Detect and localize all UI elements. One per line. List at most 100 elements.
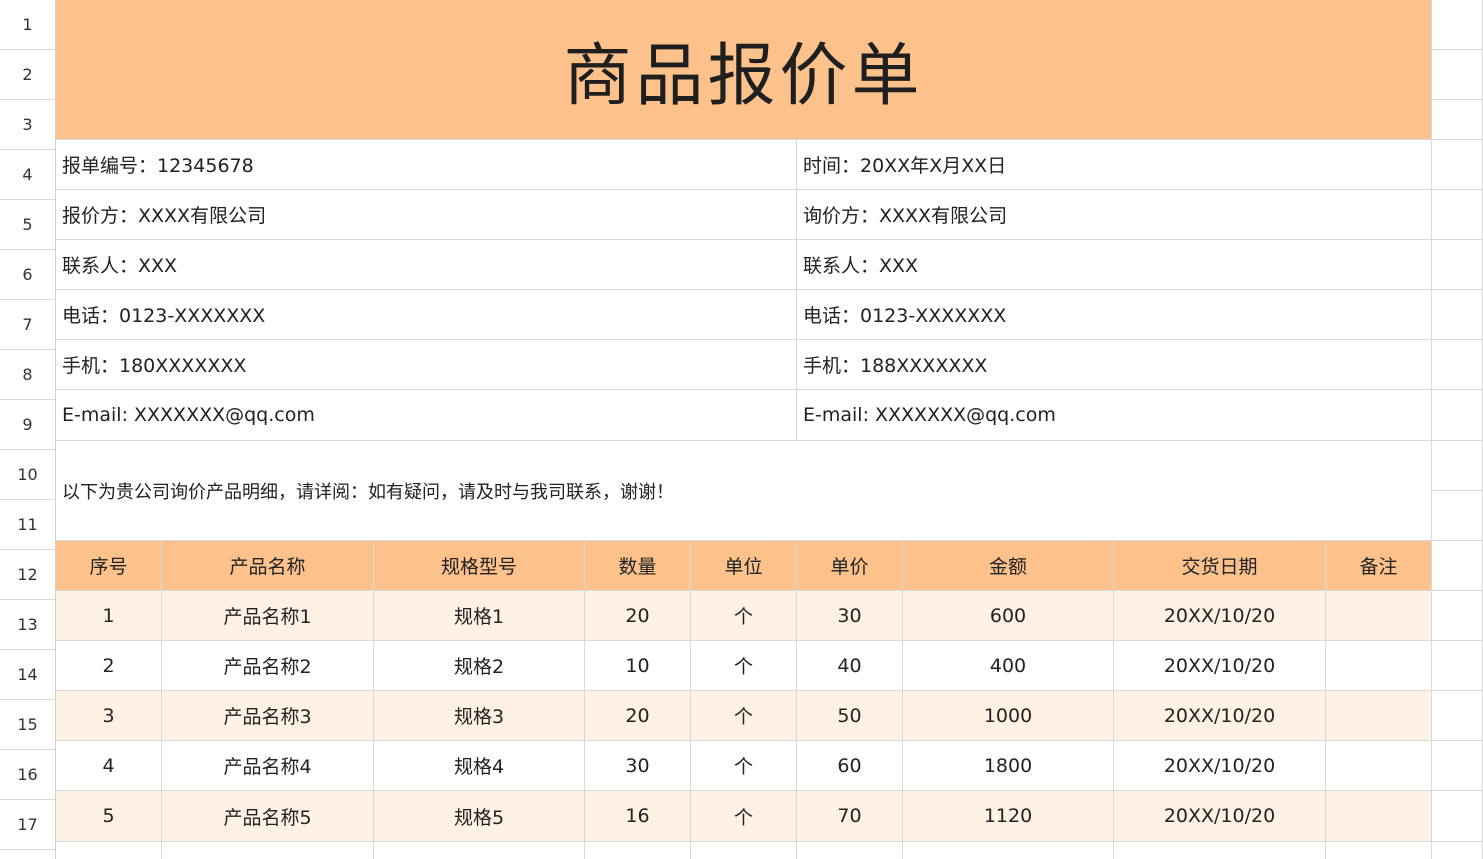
column-header-delivery-date[interactable]: 交货日期	[1114, 541, 1326, 591]
column-header-quantity[interactable]: 数量	[585, 541, 691, 591]
column-header-index[interactable]: 序号	[56, 541, 162, 591]
table-cell[interactable]: 规格4	[374, 741, 585, 791]
row-header-9[interactable]: 9	[0, 400, 56, 450]
note-cell[interactable]: 以下为贵公司询价产品明细，请详阅：如有疑问，请及时与我司联系，谢谢！	[56, 441, 1432, 541]
row-header-14[interactable]: 14	[0, 650, 56, 700]
table-cell[interactable]: 30	[585, 741, 691, 791]
empty-cell[interactable]	[1432, 190, 1483, 240]
table-cell[interactable]: 规格3	[374, 691, 585, 741]
empty-cell[interactable]	[1432, 100, 1483, 140]
table-cell[interactable]: 产品名称1	[162, 591, 374, 641]
table-cell[interactable]: 1800	[903, 741, 1114, 791]
table-cell[interactable]: 60	[797, 741, 903, 791]
row-header-15[interactable]: 15	[0, 700, 56, 750]
table-cell[interactable]: 16	[585, 791, 691, 842]
table-cell[interactable]: 20	[585, 591, 691, 641]
column-header-product-name[interactable]: 产品名称	[162, 541, 374, 591]
table-cell[interactable]: 600	[903, 591, 1114, 641]
row-header-8[interactable]: 8	[0, 350, 56, 400]
row-header-1[interactable]: 1	[0, 0, 56, 50]
empty-cell[interactable]	[56, 842, 162, 859]
empty-cell[interactable]	[1432, 50, 1483, 100]
table-cell[interactable]: 20XX/10/20	[1114, 741, 1326, 791]
table-cell[interactable]	[1326, 691, 1432, 741]
row-header-2[interactable]: 2	[0, 50, 56, 100]
table-cell[interactable]: 产品名称2	[162, 641, 374, 691]
empty-cell[interactable]	[1432, 791, 1483, 842]
row-header-5[interactable]: 5	[0, 200, 56, 250]
quoting-party-cell[interactable]: 报价方：XXXX有限公司	[56, 190, 797, 240]
empty-cell[interactable]	[691, 842, 797, 859]
row-header-10[interactable]: 10	[0, 450, 56, 500]
table-cell[interactable]: 40	[797, 641, 903, 691]
table-cell[interactable]: 个	[691, 741, 797, 791]
table-cell[interactable]: 规格5	[374, 791, 585, 842]
empty-cell[interactable]	[1114, 842, 1326, 859]
empty-cell[interactable]	[1432, 591, 1483, 641]
row-header-7[interactable]: 7	[0, 300, 56, 350]
row-header-16[interactable]: 16	[0, 750, 56, 800]
table-cell[interactable]: 3	[56, 691, 162, 741]
row-header-18[interactable]	[0, 850, 56, 859]
table-cell[interactable]: 20XX/10/20	[1114, 591, 1326, 641]
table-cell[interactable]: 50	[797, 691, 903, 741]
column-header-remarks[interactable]: 备注	[1326, 541, 1432, 591]
row-header-13[interactable]: 13	[0, 600, 56, 650]
table-cell[interactable]: 1000	[903, 691, 1114, 741]
email-left-cell[interactable]: E-mail: XXXXXXX@qq.com	[56, 390, 797, 441]
empty-cell[interactable]	[374, 842, 585, 859]
column-header-spec[interactable]: 规格型号	[374, 541, 585, 591]
table-cell[interactable]: 4	[56, 741, 162, 791]
empty-cell[interactable]	[1432, 441, 1483, 491]
page-title[interactable]: 商品报价单	[56, 0, 1432, 140]
table-cell[interactable]: 1120	[903, 791, 1114, 842]
empty-cell[interactable]	[1432, 641, 1483, 691]
empty-cell[interactable]	[1432, 491, 1483, 541]
row-header-11[interactable]: 11	[0, 500, 56, 550]
empty-cell[interactable]	[1432, 541, 1483, 591]
contact-right-cell[interactable]: 联系人：XXX	[797, 240, 1432, 290]
date-cell[interactable]: 时间：20XX年X月XX日	[797, 140, 1432, 190]
table-cell[interactable]: 30	[797, 591, 903, 641]
mobile-right-cell[interactable]: 手机：188XXXXXXX	[797, 340, 1432, 390]
empty-cell[interactable]	[797, 842, 903, 859]
table-cell[interactable]: 20XX/10/20	[1114, 641, 1326, 691]
empty-cell[interactable]	[1432, 240, 1483, 290]
empty-cell[interactable]	[903, 842, 1114, 859]
column-header-amount[interactable]: 金额	[903, 541, 1114, 591]
table-cell[interactable]: 规格2	[374, 641, 585, 691]
table-cell[interactable]	[1326, 791, 1432, 842]
table-cell[interactable]	[1326, 641, 1432, 691]
table-cell[interactable]: 产品名称5	[162, 791, 374, 842]
quote-number-cell[interactable]: 报单编号：12345678	[56, 140, 797, 190]
empty-cell[interactable]	[1432, 842, 1483, 859]
column-header-unit-price[interactable]: 单价	[797, 541, 903, 591]
table-cell[interactable]: 70	[797, 791, 903, 842]
phone-left-cell[interactable]: 电话：0123-XXXXXXX	[56, 290, 797, 340]
empty-cell[interactable]	[1432, 340, 1483, 390]
empty-cell[interactable]	[162, 842, 374, 859]
table-cell[interactable]: 400	[903, 641, 1114, 691]
table-cell[interactable]: 个	[691, 691, 797, 741]
table-cell[interactable]: 1	[56, 591, 162, 641]
row-header-6[interactable]: 6	[0, 250, 56, 300]
phone-right-cell[interactable]: 电话：0123-XXXXXXX	[797, 290, 1432, 340]
table-cell[interactable]: 20XX/10/20	[1114, 691, 1326, 741]
table-cell[interactable]: 20	[585, 691, 691, 741]
empty-cell[interactable]	[1432, 741, 1483, 791]
row-header-3[interactable]: 3	[0, 100, 56, 150]
table-cell[interactable]: 10	[585, 641, 691, 691]
empty-cell[interactable]	[1432, 290, 1483, 340]
table-cell[interactable]: 规格1	[374, 591, 585, 641]
empty-cell[interactable]	[1326, 842, 1432, 859]
mobile-left-cell[interactable]: 手机：180XXXXXXX	[56, 340, 797, 390]
table-cell[interactable]	[1326, 591, 1432, 641]
table-cell[interactable]: 产品名称3	[162, 691, 374, 741]
table-cell[interactable]: 5	[56, 791, 162, 842]
contact-left-cell[interactable]: 联系人：XXX	[56, 240, 797, 290]
table-cell[interactable]: 2	[56, 641, 162, 691]
row-header-17[interactable]: 17	[0, 800, 56, 850]
empty-cell[interactable]	[1432, 691, 1483, 741]
empty-cell[interactable]	[1432, 0, 1483, 50]
inquiring-party-cell[interactable]: 询价方：XXXX有限公司	[797, 190, 1432, 240]
